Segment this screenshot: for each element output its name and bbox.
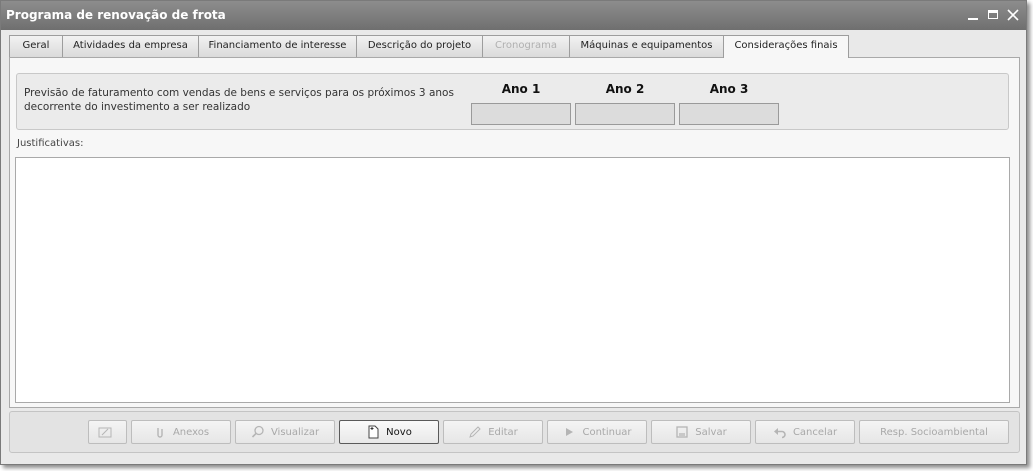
- minimize-button[interactable]: [965, 7, 981, 23]
- close-icon: [1007, 9, 1019, 21]
- forecast-description: Previsão de faturamento com vendas de be…: [24, 87, 454, 113]
- title-bar[interactable]: Programa de renovação de frota: [1, 1, 1026, 30]
- tab-geral[interactable]: Geral: [9, 35, 63, 57]
- app-window: Programa de renovação de frota Geral Ati…: [0, 0, 1027, 465]
- maximize-icon: [988, 10, 998, 19]
- window-title: Programa de renovação de frota: [6, 8, 226, 22]
- tab-atividades-da-empresa[interactable]: Atividades da empresa: [62, 35, 199, 57]
- new-button[interactable]: Novo: [339, 420, 439, 444]
- year-3-input[interactable]: [679, 103, 779, 125]
- year-3-label: Ano 3: [709, 82, 749, 96]
- year-1-label: Ano 1: [501, 82, 541, 96]
- justification-textarea[interactable]: [15, 157, 1010, 403]
- tab-consideracoes-finais[interactable]: Considerações finais: [723, 35, 849, 58]
- continue-button-label: Continuar: [582, 426, 632, 438]
- year-1-input[interactable]: [471, 103, 571, 125]
- save-button[interactable]: Salvar: [651, 420, 751, 444]
- tab-financiamento-de-interesse[interactable]: Financiamento de interesse: [198, 35, 357, 57]
- socio-environmental-button-label: Resp. Socioambiental: [880, 426, 988, 438]
- new-document-icon: [368, 425, 379, 439]
- maximize-button[interactable]: [985, 7, 1001, 23]
- play-icon: [566, 428, 574, 436]
- sign-icon: [98, 427, 111, 438]
- tab-descricao-do-projeto[interactable]: Descrição do projeto: [356, 35, 483, 57]
- disk-icon: [676, 426, 688, 438]
- minimize-icon: [968, 18, 978, 20]
- year-2-input[interactable]: [575, 103, 675, 125]
- year-2-label: Ano 2: [605, 82, 645, 96]
- pencil-icon: [469, 426, 481, 438]
- edit-button-label: Editar: [488, 426, 518, 438]
- forecast-section: Previsão de faturamento com vendas de be…: [16, 73, 1009, 130]
- tab-maquinas-e-equipamentos[interactable]: Máquinas e equipamentos: [569, 35, 724, 57]
- view-button-label: Visualizar: [270, 426, 320, 438]
- undo-icon: [773, 428, 786, 439]
- tab-cronograma: Cronograma: [482, 35, 570, 57]
- paperclip-icon: [157, 428, 163, 438]
- close-button[interactable]: [1005, 7, 1021, 23]
- continue-button[interactable]: Continuar: [547, 420, 647, 444]
- action-toolbar: Anexos Visualizar Novo Editar Continuar …: [9, 411, 1020, 453]
- tab-panel: Previsão de faturamento com vendas de be…: [9, 57, 1020, 408]
- cancel-button[interactable]: Cancelar: [755, 420, 855, 444]
- cancel-button-label: Cancelar: [792, 426, 838, 438]
- save-button-label: Salvar: [695, 426, 727, 438]
- attachments-button-label: Anexos: [172, 426, 210, 438]
- sign-button[interactable]: [88, 420, 127, 444]
- view-button[interactable]: Visualizar: [235, 420, 335, 444]
- new-button-label: Novo: [386, 426, 412, 438]
- magnifier-icon: [251, 425, 264, 438]
- attachments-button[interactable]: Anexos: [131, 420, 231, 444]
- justification-label: Justificativas:: [17, 138, 84, 149]
- socio-environmental-button[interactable]: Resp. Socioambiental: [859, 420, 1009, 444]
- edit-button[interactable]: Editar: [443, 420, 543, 444]
